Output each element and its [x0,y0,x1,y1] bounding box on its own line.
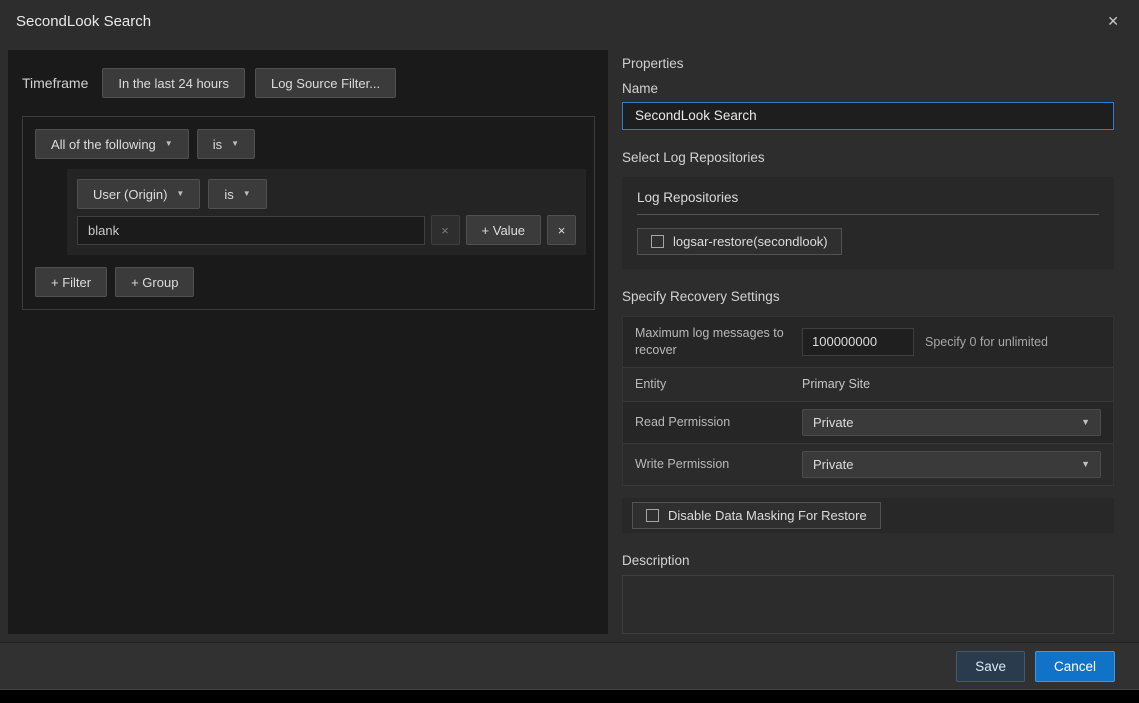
filter-condition-box: User (Origin) ▼ is ▼ × + Value [67,169,586,255]
remove-icon: × [558,223,566,238]
chevron-down-icon: ▼ [243,190,251,198]
table-row-write-permission: Write Permission Private ▼ [623,444,1113,486]
screen: SecondLook Search ✕ Timeframe In the las… [0,0,1139,703]
chevron-down-icon: ▼ [176,190,184,198]
data-masking-box: Disable Data Masking For Restore [622,498,1114,533]
table-row-read-permission: Read Permission Private ▼ [623,402,1113,444]
recovery-settings-label: Specify Recovery Settings [622,289,1114,304]
name-label: Name [622,81,1114,96]
filter-value-row: × + Value × [77,215,576,245]
chevron-down-icon: ▼ [1081,459,1090,469]
filter-field-row: User (Origin) ▼ is ▼ [77,179,576,209]
description-textarea[interactable] [622,575,1114,634]
checkbox-icon[interactable] [651,235,664,248]
filter-value-input[interactable] [77,216,425,245]
log-source-filter-button[interactable]: Log Source Filter... [255,68,396,98]
remove-filter-button[interactable]: × [547,215,576,245]
secondlook-search-dialog: SecondLook Search ✕ Timeframe In the las… [0,0,1139,690]
filter-group-box: All of the following ▼ is ▼ User (Origin… [22,116,595,310]
name-input[interactable] [622,102,1114,130]
dialog-titlebar: SecondLook Search ✕ [0,0,1139,42]
remove-icon: × [441,223,449,238]
chevron-down-icon: ▼ [231,140,239,148]
properties-panel: Properties Name Select Log Repositories … [622,50,1114,634]
read-permission-label: Read Permission [623,406,798,439]
timeframe-button[interactable]: In the last 24 hours [102,68,245,98]
properties-heading: Properties [622,56,1114,71]
group-condition-value: is [213,137,222,152]
write-permission-select[interactable]: Private ▼ [802,451,1101,478]
query-builder-panel: Timeframe In the last 24 hours Log Sourc… [8,50,608,634]
cancel-button[interactable]: Cancel [1035,651,1115,682]
add-buttons-row: + Filter + Group [35,267,582,297]
table-row-max-messages: Maximum log messages to recover Specify … [623,317,1113,368]
description-label: Description [622,553,1114,568]
repository-checkbox-item[interactable]: logsar-restore(secondlook) [637,228,842,255]
close-icon[interactable]: ✕ [1103,11,1123,32]
add-group-button[interactable]: + Group [115,267,194,297]
group-operator-value: All of the following [51,137,156,152]
chevron-down-icon: ▼ [165,140,173,148]
group-operator-row: All of the following ▼ is ▼ [35,129,582,159]
max-messages-label: Maximum log messages to recover [623,317,798,367]
entity-value: Primary Site [802,377,870,391]
filter-field-value: User (Origin) [93,187,167,202]
write-permission-label: Write Permission [623,448,798,481]
chevron-down-icon: ▼ [1081,417,1090,427]
group-operator-dropdown[interactable]: All of the following ▼ [35,129,189,159]
timeframe-row: Timeframe In the last 24 hours Log Sourc… [22,68,594,98]
disable-masking-checkbox-item[interactable]: Disable Data Masking For Restore [632,502,881,529]
dialog-title: SecondLook Search [16,13,151,30]
checkbox-icon[interactable] [646,509,659,522]
log-repositories-box: Log Repositories logsar-restore(secondlo… [622,177,1114,269]
read-permission-value: Private [813,415,853,430]
max-messages-input[interactable] [802,328,914,356]
dialog-body: Timeframe In the last 24 hours Log Sourc… [0,42,1139,642]
filter-condition-dropdown[interactable]: is ▼ [208,179,266,209]
log-repositories-header: Log Repositories [637,190,1099,215]
add-filter-button[interactable]: + Filter [35,267,107,297]
filter-condition-value: is [224,187,233,202]
entity-label: Entity [623,368,798,401]
write-permission-value: Private [813,457,853,472]
filter-field-dropdown[interactable]: User (Origin) ▼ [77,179,200,209]
remove-value-button[interactable]: × [431,215,460,245]
disable-masking-label: Disable Data Masking For Restore [668,508,867,523]
timeframe-label: Timeframe [22,75,88,91]
max-messages-hint: Specify 0 for unlimited [925,335,1048,349]
repository-label: logsar-restore(secondlook) [673,234,828,249]
table-row-entity: Entity Primary Site [623,368,1113,402]
select-log-repositories-label: Select Log Repositories [622,150,1114,165]
save-button[interactable]: Save [956,651,1025,682]
dialog-footer: Save Cancel [0,642,1139,689]
group-condition-dropdown[interactable]: is ▼ [197,129,255,159]
read-permission-select[interactable]: Private ▼ [802,409,1101,436]
recovery-settings-table: Maximum log messages to recover Specify … [622,316,1114,486]
add-value-button[interactable]: + Value [466,215,542,245]
